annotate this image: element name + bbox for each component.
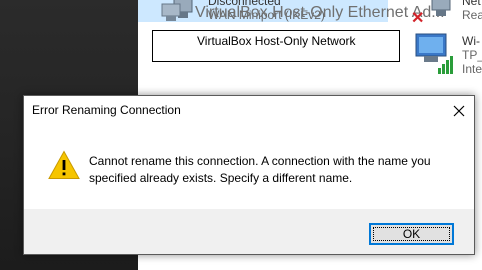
wifi-name: Wi-	[462, 34, 480, 48]
network-item-right-name: Rea	[462, 8, 482, 22]
disconnected-x-icon: ✕	[411, 10, 425, 27]
close-icon	[453, 105, 465, 116]
network-item-right-status: Net	[462, 0, 481, 8]
dialog-title: Error Renaming Connection	[32, 103, 181, 117]
wifi-adapter-icon	[415, 33, 453, 74]
network-adapter-icon	[161, 3, 181, 21]
virtualbox-adapter-label: VirtualBox Host-Only Ethernet Ad...	[195, 4, 445, 21]
warning-icon	[48, 150, 80, 179]
virtualbox-adapter-item[interactable]: VirtualBox Host-Only Ethernet Ad...	[138, 0, 445, 22]
wifi-item[interactable]: Wi- TP_ Inte	[462, 34, 482, 76]
ok-button[interactable]: OK	[369, 223, 454, 245]
close-button[interactable]	[444, 96, 474, 125]
error-message: Cannot rename this connection. A connect…	[89, 154, 431, 185]
rename-input[interactable]: VirtualBox Host-Only Network	[152, 30, 400, 62]
dialog-titlebar[interactable]: Error Renaming Connection	[24, 96, 474, 125]
dialog-footer: OK	[24, 209, 474, 254]
focus-rectangle	[373, 227, 450, 241]
network-adapter-icon	[431, 0, 451, 16]
network-item-right[interactable]: Net Rea	[462, 0, 482, 22]
wifi-adapter: Inte	[462, 62, 482, 76]
dialog-content: Cannot rename this connection. A connect…	[24, 125, 474, 209]
wifi-network: TP_	[462, 48, 482, 62]
error-dialog: Error Renaming Connection Cannot rename …	[23, 95, 475, 255]
